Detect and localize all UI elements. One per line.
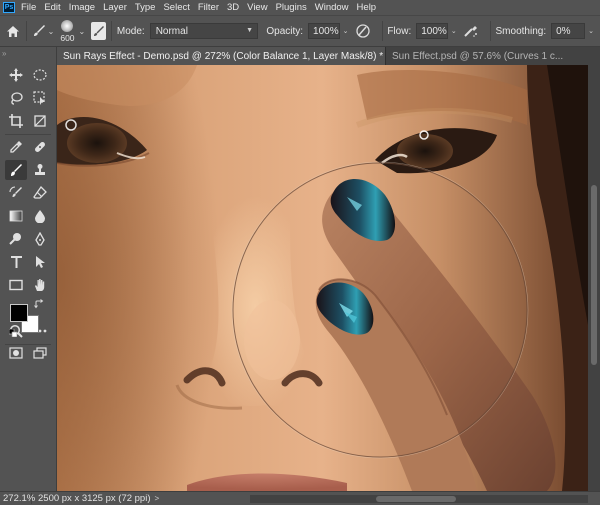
chevron-down-icon[interactable]: ⌄ xyxy=(588,27,594,35)
horizontal-scroll-thumb[interactable] xyxy=(376,496,456,502)
canvas-image xyxy=(57,65,588,491)
status-menu-icon[interactable]: > xyxy=(155,494,160,503)
object-selection-tool-icon[interactable] xyxy=(29,88,51,108)
divider xyxy=(489,21,491,41)
menu-layer[interactable]: Layer xyxy=(103,2,127,13)
pressure-opacity-icon[interactable] xyxy=(355,23,371,39)
gradient-tool-icon[interactable] xyxy=(5,206,27,226)
menu-file[interactable]: File xyxy=(21,2,36,13)
brush-settings-panel-icon[interactable] xyxy=(91,22,107,40)
menu-type[interactable]: Type xyxy=(135,2,156,13)
opacity-input[interactable]: 100% xyxy=(308,23,340,39)
flow-label: Flow: xyxy=(387,25,412,37)
frame-tool-icon[interactable] xyxy=(29,111,51,131)
chevron-down-icon[interactable]: ⌄ xyxy=(343,27,349,35)
document-canvas[interactable] xyxy=(57,65,588,491)
brush-tool-icon[interactable] xyxy=(5,160,27,180)
divider xyxy=(381,21,383,41)
mode-label: Mode: xyxy=(116,25,145,37)
menu-edit[interactable]: Edit xyxy=(44,2,60,13)
smoothing-value: 0% xyxy=(556,25,571,37)
menu-3d[interactable]: 3D xyxy=(227,2,239,13)
tab-sun-effect[interactable]: Sun Effect.psd @ 57.6% (Curves 1 c... xyxy=(385,47,600,65)
vertical-scroll-thumb[interactable] xyxy=(591,185,597,365)
smoothing-label: Smoothing: xyxy=(495,25,547,37)
foreground-color-swatch[interactable] xyxy=(10,304,28,322)
swap-colors-icon[interactable] xyxy=(34,299,44,309)
healing-brush-tool-icon[interactable] xyxy=(29,137,51,157)
path-selection-tool-icon[interactable] xyxy=(29,252,51,272)
menu-window[interactable]: Window xyxy=(315,2,349,13)
mode-select[interactable]: Normal ▼ xyxy=(149,23,259,39)
mode-value: Normal xyxy=(155,25,188,37)
menu-help[interactable]: Help xyxy=(357,2,377,13)
document-tabs: Sun Rays Effect - Demo.psd @ 272% (Color… xyxy=(57,47,600,65)
opacity-value: 100% xyxy=(313,25,339,37)
brush-tool-icon[interactable]: ⌄ xyxy=(32,24,55,38)
blur-tool-icon[interactable] xyxy=(29,206,51,226)
lasso-tool-icon[interactable] xyxy=(5,88,27,108)
chevron-down-icon: ▼ xyxy=(246,27,254,34)
smoothing-input[interactable]: 0% xyxy=(551,23,586,39)
default-colors-icon[interactable] xyxy=(8,328,18,338)
hand-tool-icon[interactable] xyxy=(29,275,51,295)
tools-panel: » xyxy=(0,47,57,491)
menu-bar: Ps File Edit Image Layer Type Select Fil… xyxy=(0,0,600,15)
status-bar: 272.1% 2500 px x 3125 px (72 ppi) > xyxy=(0,491,600,505)
document-info: 2500 px x 3125 px (72 ppi) xyxy=(38,493,151,504)
history-brush-tool-icon[interactable] xyxy=(5,183,27,203)
vertical-scrollbar[interactable] xyxy=(588,65,600,491)
flow-value: 100% xyxy=(421,25,447,37)
rectangle-tool-icon[interactable] xyxy=(5,275,27,295)
menu-plugins[interactable]: Plugins xyxy=(276,2,307,13)
dodge-tool-icon[interactable] xyxy=(5,229,27,249)
airbrush-icon[interactable] xyxy=(463,23,479,39)
pen-tool-icon[interactable] xyxy=(29,229,51,249)
move-tool-icon[interactable] xyxy=(5,65,27,85)
tab-label: Sun Rays Effect - Demo.psd @ 272% (Color… xyxy=(63,50,384,62)
eraser-tool-icon[interactable] xyxy=(29,183,51,203)
divider xyxy=(111,21,112,41)
chevron-down-icon[interactable]: ⌄ xyxy=(451,27,457,35)
screen-mode-icon[interactable] xyxy=(29,343,51,363)
eyedropper-tool-icon[interactable] xyxy=(5,137,27,157)
chevron-down-icon[interactable]: ⌄ xyxy=(79,27,86,36)
tab-sun-rays-effect-demo[interactable]: Sun Rays Effect - Demo.psd @ 272% (Color… xyxy=(57,47,385,65)
horizontal-scrollbar[interactable] xyxy=(250,495,588,503)
brush-preset-picker[interactable]: 600 xyxy=(58,17,76,45)
opacity-label: Opacity: xyxy=(266,25,304,37)
quick-mask-icon[interactable] xyxy=(5,343,27,363)
clone-stamp-tool-icon[interactable] xyxy=(29,160,51,180)
brush-size-value: 600 xyxy=(60,32,75,43)
type-tool-icon[interactable] xyxy=(5,252,27,272)
menu-select[interactable]: Select xyxy=(163,2,189,13)
chevron-down-icon[interactable]: ⌄ xyxy=(48,27,55,36)
flow-input[interactable]: 100% xyxy=(416,23,448,39)
divider xyxy=(25,21,27,41)
tab-label: Sun Effect.psd @ 57.6% (Curves 1 c... xyxy=(392,50,564,62)
marquee-tool-icon[interactable] xyxy=(29,65,51,85)
menu-image[interactable]: Image xyxy=(69,2,95,13)
photoshop-logo: Ps xyxy=(3,2,15,13)
brush-tip-icon xyxy=(61,19,74,32)
menu-view[interactable]: View xyxy=(247,2,267,13)
zoom-level[interactable]: 272.1% xyxy=(0,493,35,504)
options-bar: ⌄ 600 ⌄ Mode: Normal ▼ Opacity: 100% ⌄ F… xyxy=(0,15,600,47)
collapse-icon[interactable]: » xyxy=(2,49,6,58)
home-icon[interactable] xyxy=(6,22,21,40)
divider xyxy=(5,134,51,135)
menu-filter[interactable]: Filter xyxy=(198,2,219,13)
crop-tool-icon[interactable] xyxy=(5,111,27,131)
